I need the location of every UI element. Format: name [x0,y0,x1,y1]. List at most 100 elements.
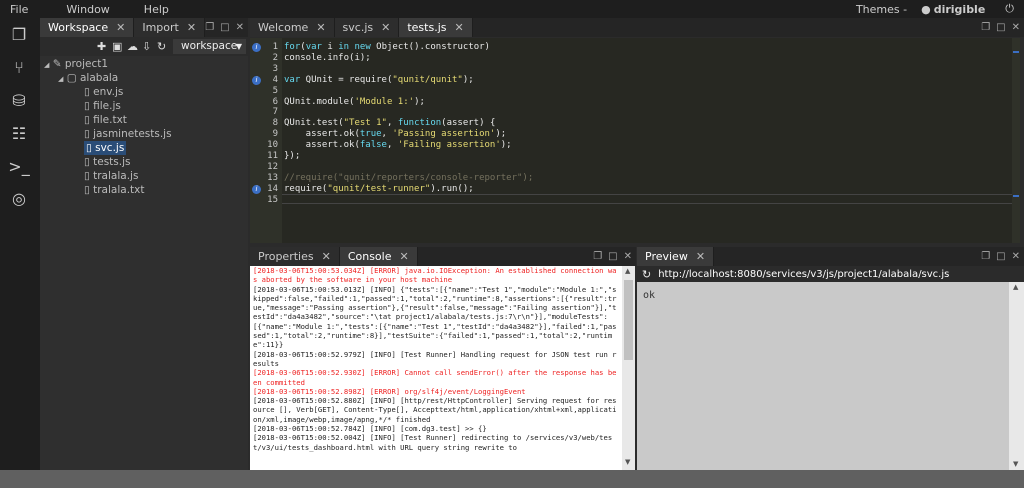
code-line: QUnit.module('Module 1:'); [284,96,425,107]
database-icon[interactable]: ⛁ [8,90,30,112]
workspace-select[interactable]: workspace ▼ [173,39,246,54]
menu-window[interactable]: Window [56,3,119,16]
code-line: //require("qunit/reporters/console-repor… [284,172,534,183]
info-icon[interactable]: i [252,75,261,85]
line-number: 2 [272,52,278,63]
close-icon[interactable]: ✕ [187,21,196,34]
tab-label: Welcome [258,21,309,34]
tree-file[interactable]: ▯ svc.js [84,141,127,155]
file-icon: ▯ [84,128,94,140]
tab-welcome[interactable]: Welcome ✕ [250,18,335,37]
terminal-icon[interactable]: >_ [8,156,30,178]
restore-icon[interactable]: ❐ [593,251,602,262]
close-icon[interactable]: ✕ [322,250,331,263]
sitemap-icon[interactable]: ☷ [8,123,30,145]
tree-file[interactable]: ▯ env.js [84,85,123,99]
close-icon[interactable]: ✕ [381,21,390,34]
current-line-highlight [282,194,1020,204]
editor-scrollbar[interactable] [1012,38,1020,243]
download-icon[interactable]: ⇩ [142,40,151,53]
maximize-icon[interactable]: □ [996,251,1005,262]
user-name[interactable]: dirigible [934,3,986,16]
close-icon[interactable]: ✕ [624,251,632,262]
menu-help[interactable]: Help [134,3,179,16]
line-number: 12 [267,161,278,172]
preview-window-controls: ❐ □ ✕ [975,247,1020,266]
tree-file[interactable]: ▯ tralala.txt [84,183,144,197]
close-icon[interactable]: ✕ [236,22,244,33]
file-icon: ▯ [84,156,94,168]
scroll-up-icon[interactable]: ▲ [625,267,630,275]
editor-tabbar: Welcome ✕ svc.js ✕ tests.js ✕ ❐ □ ✕ [250,18,1024,37]
refresh-icon[interactable]: ↻ [157,40,166,53]
tree-label: project1 [64,58,109,70]
restore-icon[interactable]: ❐ [205,22,214,33]
bottom-tabbar: Properties ✕ Console ✕ ❐ □ ✕ [250,247,636,266]
menu-bar: File Window Help Themes - ● dirigible ⏻ [0,0,1024,18]
menu-themes[interactable]: Themes - [856,3,907,16]
tree-project[interactable]: ◢ ✎ project1 [44,57,108,71]
tree-file[interactable]: ▯ jasminetests.js [84,127,172,141]
tree-file[interactable]: ▯ tests.js [84,155,131,169]
git-icon[interactable]: ⑂ [8,57,30,79]
close-icon[interactable]: ✕ [116,21,125,34]
tab-workspace[interactable]: Workspace ✕ [40,18,135,37]
line-number: 15 [267,194,278,205]
close-icon[interactable]: ✕ [399,250,408,263]
close-icon[interactable]: ✕ [1012,22,1020,33]
tree-folder[interactable]: ◢ ▢ alabala [58,71,118,85]
maximize-icon[interactable]: □ [996,22,1005,33]
workspace-select-value: workspace [181,40,238,52]
line-number: 11 [267,151,278,161]
maximize-icon[interactable]: □ [220,22,229,33]
preview-url[interactable]: http://localhost:8080/services/v3/js/pro… [658,269,949,280]
code-editor[interactable]: 1 i for(var i in new Object().constructor)… [250,38,1020,243]
file-icon: ▯ [84,170,94,182]
tab-console[interactable]: Console ✕ [339,247,418,266]
preview-url-bar: ↻ http://localhost:8080/services/v3/js/p… [637,266,1024,282]
tree-file[interactable]: ▯ tralala.js [84,169,138,183]
scroll-up-icon[interactable]: ▲ [1013,283,1018,291]
power-icon[interactable]: ⏻ [1005,2,1014,16]
new-icon[interactable]: ✚ [97,40,106,53]
restore-icon[interactable]: ❐ [981,251,990,262]
restore-icon[interactable]: ❐ [981,22,990,33]
workspace-icon[interactable]: ❐ [8,24,30,46]
file-icon: ▯ [84,114,94,126]
scroll-down-icon[interactable]: ▼ [1013,460,1018,468]
close-icon[interactable]: ✕ [454,21,463,34]
preview-scrollbar[interactable]: ▲ ▼ [1009,282,1024,470]
tab-tests-js[interactable]: tests.js ✕ [399,18,473,37]
tree-file[interactable]: ▯ file.txt [84,113,127,127]
menu-file[interactable]: File [0,3,38,16]
close-icon[interactable]: ✕ [1012,251,1020,262]
tab-import[interactable]: Import ✕ [134,18,206,37]
code-line: console.info(i); [284,52,371,63]
upload-icon[interactable]: ☁ [127,40,138,53]
maximize-icon[interactable]: □ [608,251,617,262]
scroll-marker [1013,51,1019,53]
code-line: }); [284,151,301,161]
tab-preview[interactable]: Preview ✕ [637,247,715,266]
lifebuoy-icon[interactable]: ◎ [8,188,30,210]
scroll-down-icon[interactable]: ▼ [625,458,630,466]
file-icon: ▯ [84,184,94,196]
save-icon[interactable]: ▣ [112,40,122,53]
tree-file[interactable]: ▯ file.js [84,99,121,113]
bottom-window-controls: ❐ □ ✕ [587,247,632,266]
info-icon[interactable]: i [252,184,261,194]
refresh-icon[interactable]: ↻ [642,268,651,281]
code-line: var QUnit = require("qunit/qunit"); [284,74,474,85]
editor-window-controls: ❐ □ ✕ [975,18,1020,37]
close-icon[interactable]: ✕ [696,250,705,263]
chevron-down-icon: ▼ [235,42,242,51]
file-icon: ▯ [84,100,94,112]
tree-label: tralala.txt [93,184,145,196]
tab-properties[interactable]: Properties ✕ [250,247,340,266]
code-line: assert.ok(true, 'Passing assertion'); [284,129,507,140]
info-icon[interactable]: i [252,43,261,52]
scroll-thumb[interactable] [624,280,633,360]
close-icon[interactable]: ✕ [316,21,325,34]
tab-svc-js[interactable]: svc.js ✕ [334,18,400,37]
console-scrollbar[interactable]: ▲ ▼ [622,266,635,470]
